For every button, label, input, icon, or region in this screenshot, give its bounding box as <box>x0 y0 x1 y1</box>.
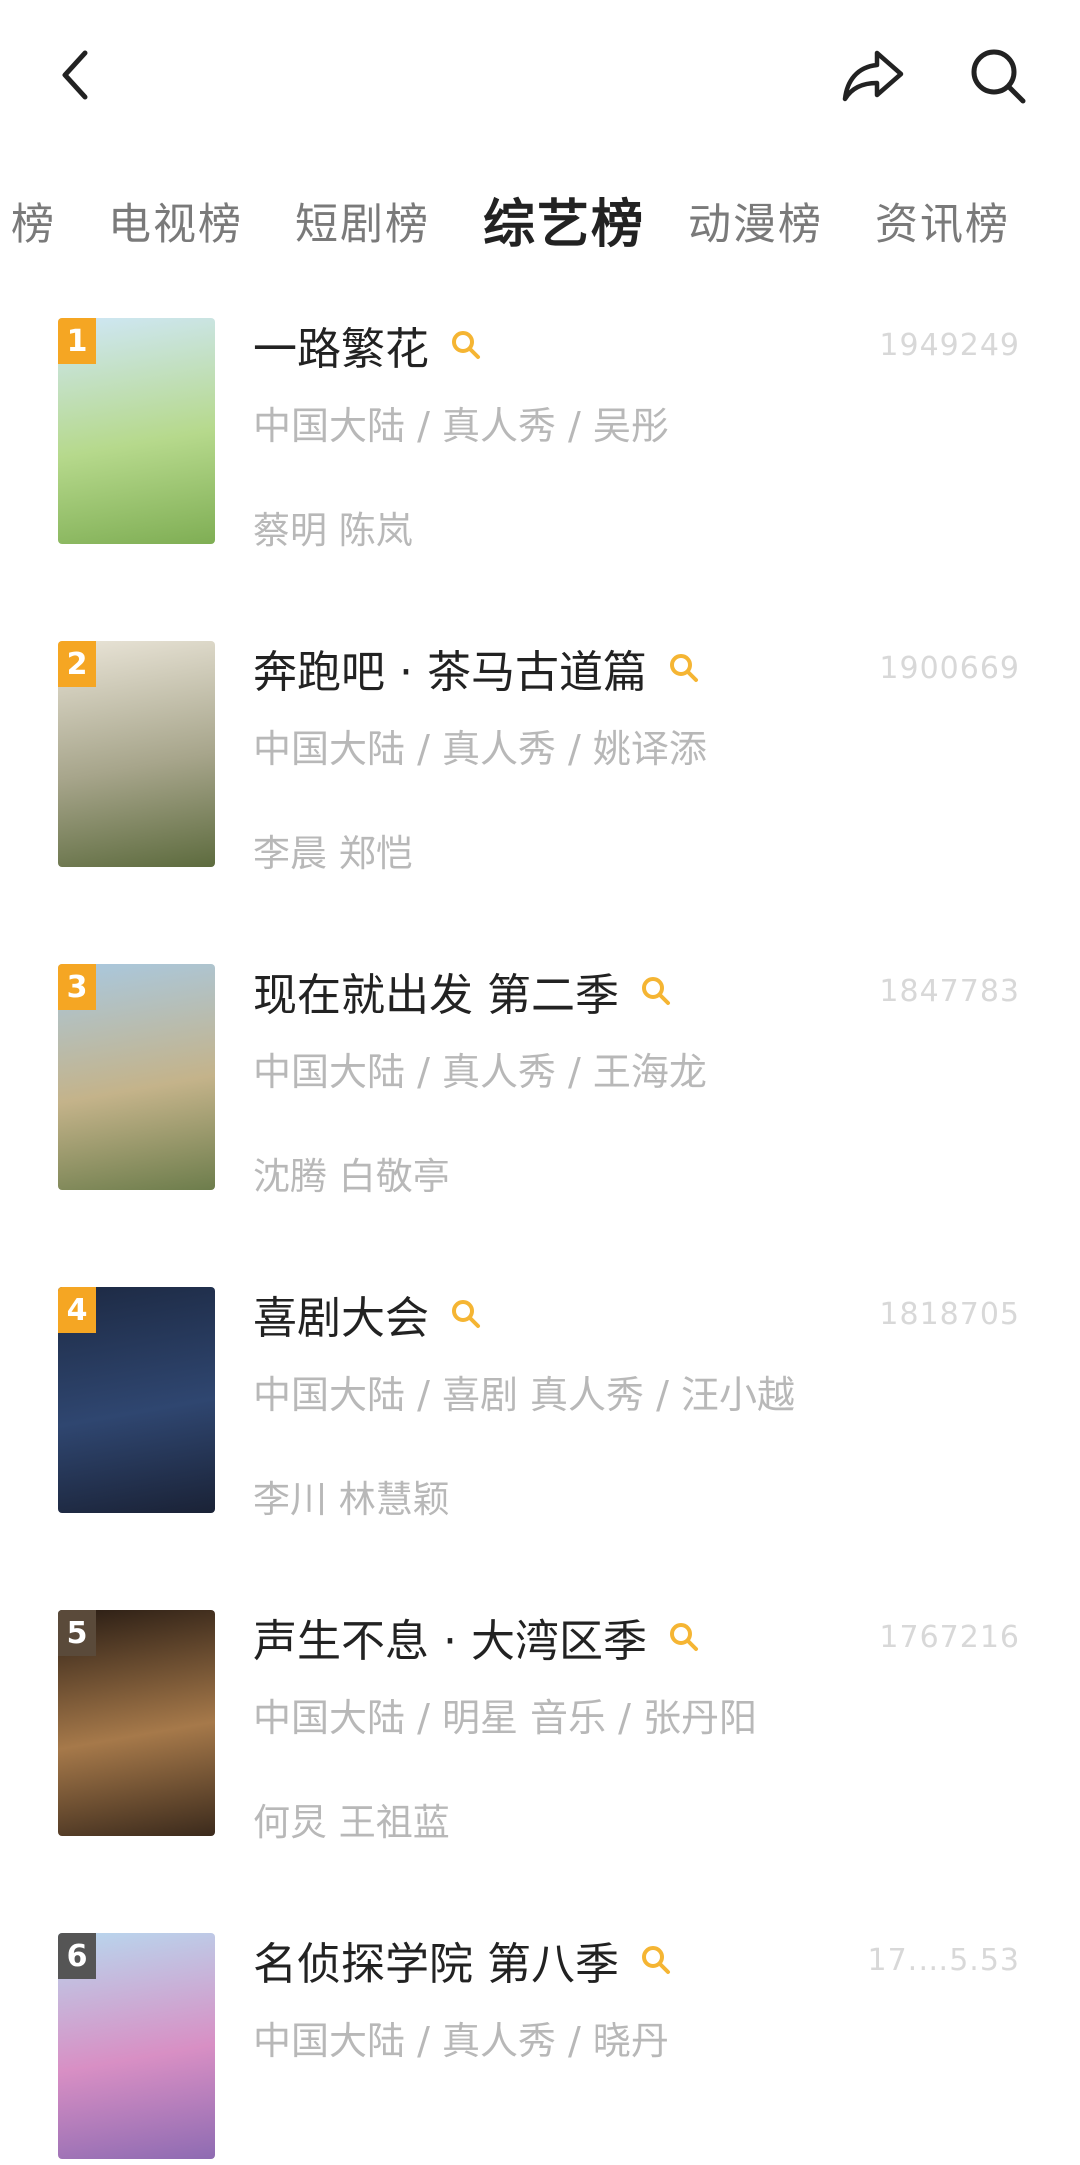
search-button[interactable] <box>960 38 1035 113</box>
rank-badge: 6 <box>58 1933 96 1979</box>
item-title[interactable]: 一路繁花 <box>253 313 429 377</box>
title-row: 声生不息 · 大湾区季 <box>253 1607 701 1667</box>
search-icon[interactable] <box>667 651 701 685</box>
item-title[interactable]: 奔跑吧 · 茶马古道篇 <box>253 636 647 700</box>
title-row: 名侦探学院 第八季 <box>253 1930 673 1990</box>
item-title[interactable]: 喜剧大会 <box>253 1282 429 1346</box>
item-title[interactable]: 声生不息 · 大湾区季 <box>253 1605 647 1669</box>
title-row: 现在就出发 第二季 <box>253 961 673 1021</box>
rank-badge: 5 <box>58 1610 96 1656</box>
search-icon[interactable] <box>667 1620 701 1654</box>
list-item[interactable]: 5 声生不息 · 大湾区季 1767216 中国大陆 / 明星 音乐 / 张丹阳… <box>0 1602 1080 1844</box>
search-icon[interactable] <box>449 328 483 362</box>
rank-badge: 1 <box>58 318 96 364</box>
search-icon[interactable] <box>639 1943 673 1977</box>
share-icon <box>842 50 903 102</box>
popularity-score: 17.…5.53 <box>867 1943 1020 1978</box>
list-item[interactable]: 4 喜剧大会 1818705 中国大陆 / 喜剧 真人秀 / 汪小越 李川 林慧… <box>0 1279 1080 1521</box>
item-cast: 李晨 郑恺 <box>253 832 413 875</box>
tab-news[interactable]: 资讯榜 <box>875 185 1010 265</box>
tab-anime[interactable]: 动漫榜 <box>688 185 823 265</box>
item-meta: 中国大陆 / 明星 音乐 / 张丹阳 <box>253 1696 758 1740</box>
rank-badge: 3 <box>58 964 96 1010</box>
list-item[interactable]: 2 奔跑吧 · 茶马古道篇 1900669 中国大陆 / 真人秀 / 姚译添 李… <box>0 633 1080 875</box>
popularity-score: 1900669 <box>879 651 1020 686</box>
share-button[interactable] <box>835 40 910 110</box>
popularity-score: 1767216 <box>879 1620 1020 1655</box>
list-item[interactable]: 3 现在就出发 第二季 1847783 中国大陆 / 真人秀 / 王海龙 沈腾 … <box>0 956 1080 1198</box>
tab-short-drama[interactable]: 短剧榜 <box>295 185 430 265</box>
list-item[interactable]: 1 一路繁花 1949249 中国大陆 / 真人秀 / 吴彤 蔡明 陈岚 <box>0 310 1080 552</box>
back-button[interactable] <box>40 40 110 110</box>
poster-image[interactable]: 5 <box>58 1610 215 1836</box>
search-icon[interactable] <box>639 974 673 1008</box>
popularity-score: 1818705 <box>879 1297 1020 1332</box>
item-title[interactable]: 名侦探学院 第八季 <box>253 1928 619 1992</box>
title-row: 喜剧大会 <box>253 1284 483 1344</box>
item-cast: 蔡明 陈岚 <box>253 509 413 552</box>
item-meta: 中国大陆 / 真人秀 / 姚译添 <box>253 727 707 771</box>
item-title[interactable]: 现在就出发 第二季 <box>253 959 619 1023</box>
item-meta: 中国大陆 / 喜剧 真人秀 / 汪小越 <box>253 1373 796 1417</box>
tab-variety[interactable]: 综艺榜 <box>483 185 645 265</box>
top-bar <box>0 0 1080 150</box>
item-meta: 中国大陆 / 真人秀 / 王海龙 <box>253 1050 707 1094</box>
item-cast: 沈腾 白敬亭 <box>253 1155 450 1198</box>
item-meta: 中国大陆 / 真人秀 / 晓丹 <box>253 2019 669 2063</box>
popularity-score: 1847783 <box>879 974 1020 1009</box>
item-cast: 李川 林慧颖 <box>253 1478 450 1521</box>
popularity-score: 1949249 <box>879 328 1020 363</box>
title-row: 奔跑吧 · 茶马古道篇 <box>253 638 701 698</box>
poster-image[interactable]: 1 <box>58 318 215 544</box>
search-icon <box>971 49 1025 103</box>
rank-badge: 4 <box>58 1287 96 1333</box>
list-item[interactable]: 6 名侦探学院 第八季 17.…5.53 中国大陆 / 真人秀 / 晓丹 <box>0 1925 1080 2165</box>
item-meta: 中国大陆 / 真人秀 / 吴彤 <box>253 404 669 448</box>
chevron-left-icon <box>62 50 88 100</box>
tab-partial[interactable]: 榜 <box>8 185 56 265</box>
title-row: 一路繁花 <box>253 315 483 375</box>
tab-tv[interactable]: 电视榜 <box>108 185 243 265</box>
poster-image[interactable]: 4 <box>58 1287 215 1513</box>
chart-tabs: 榜 电视榜 短剧榜 综艺榜 动漫榜 资讯榜 <box>0 185 1080 265</box>
poster-image[interactable]: 2 <box>58 641 215 867</box>
poster-image[interactable]: 3 <box>58 964 215 1190</box>
rank-badge: 2 <box>58 641 96 687</box>
poster-image[interactable]: 6 <box>58 1933 215 2159</box>
item-cast: 何炅 王祖蓝 <box>253 1801 450 1844</box>
search-icon[interactable] <box>449 1297 483 1331</box>
